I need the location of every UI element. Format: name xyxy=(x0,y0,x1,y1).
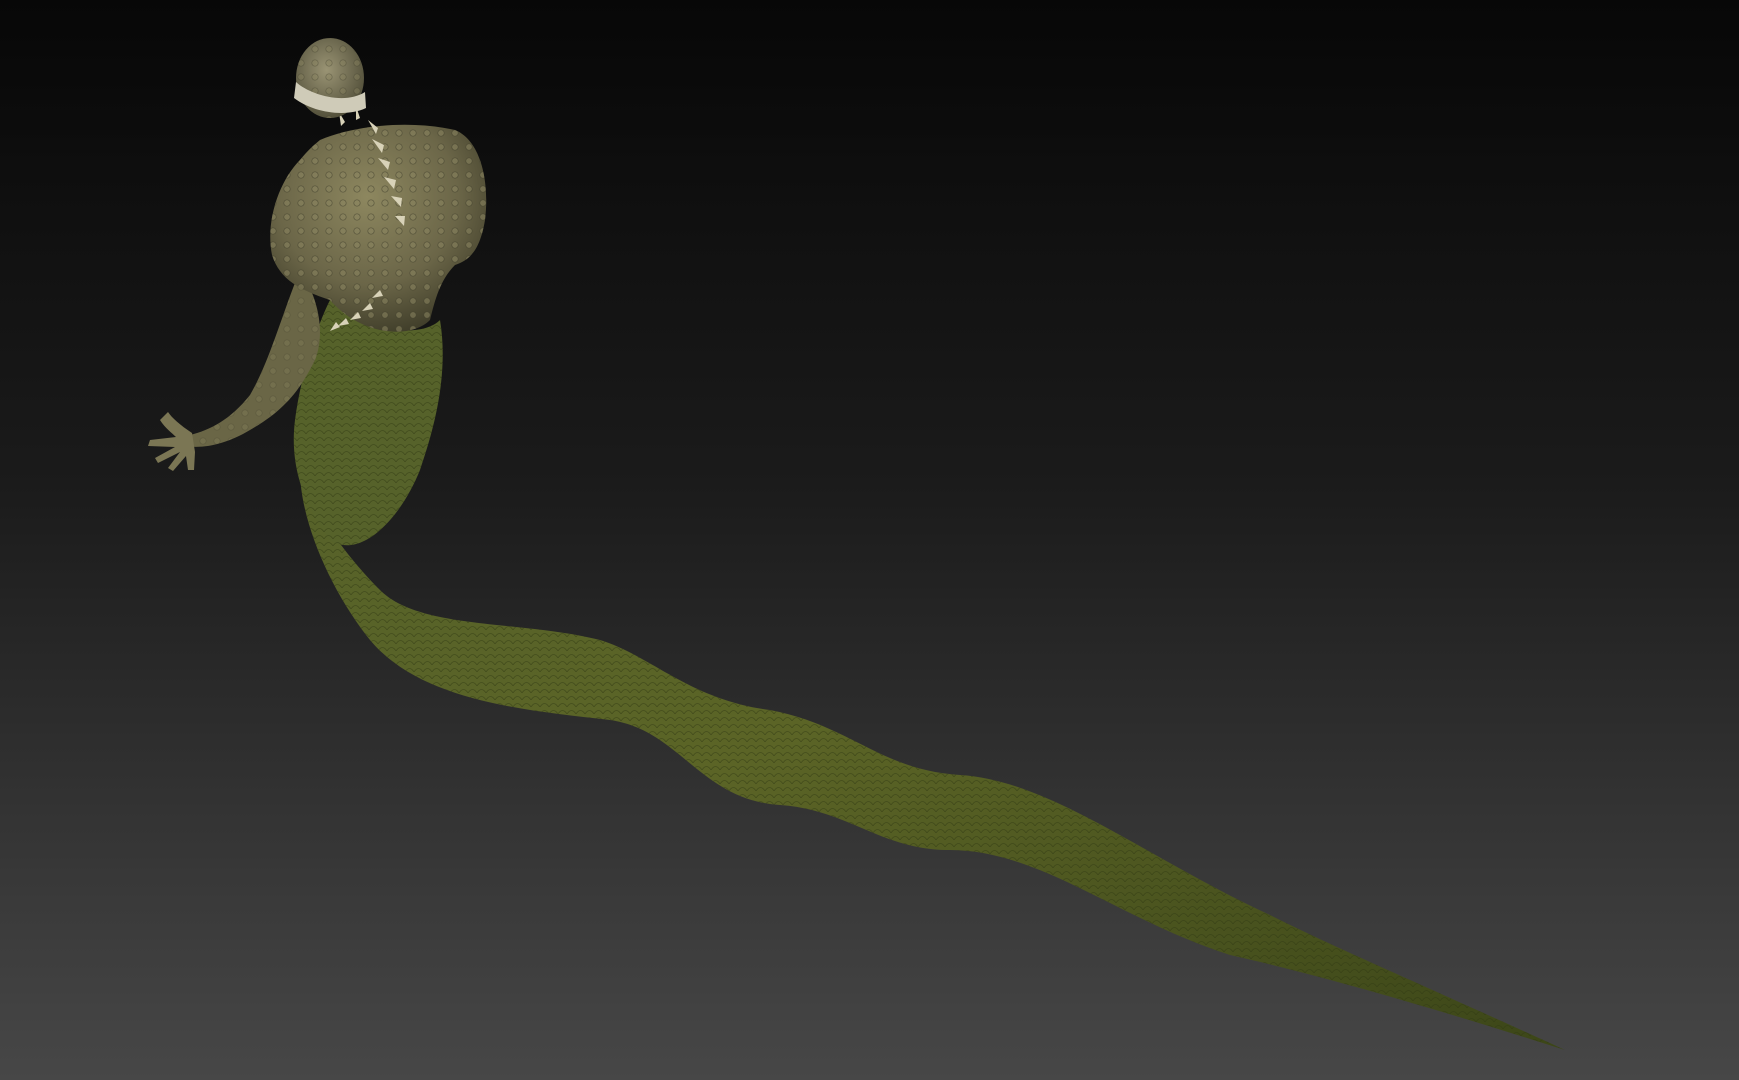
viewport-canvas[interactable] xyxy=(0,0,1739,1080)
creature-head xyxy=(294,38,366,118)
serpent-tail xyxy=(293,300,1566,1050)
naga-model[interactable] xyxy=(0,0,1739,1080)
